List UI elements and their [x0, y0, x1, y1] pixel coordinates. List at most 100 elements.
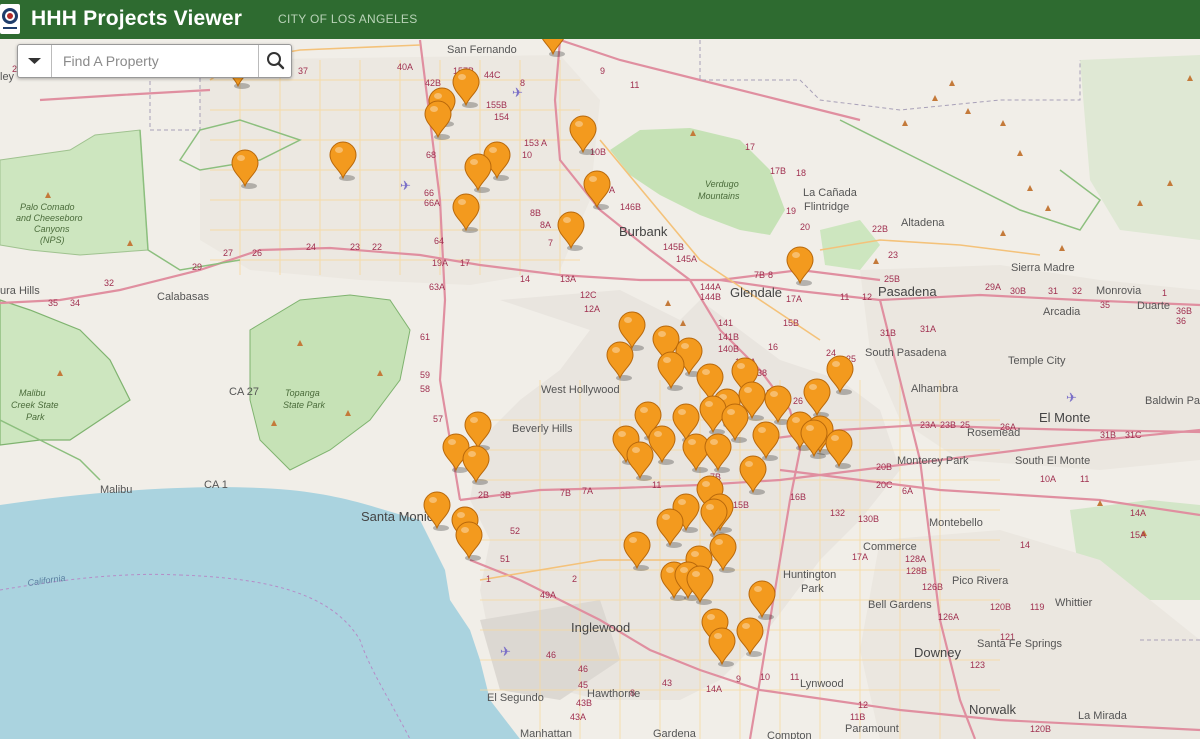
svg-text:Alhambra: Alhambra [911, 383, 959, 395]
svg-text:Malibu: Malibu [100, 484, 132, 496]
svg-text:Hawthorne: Hawthorne [587, 688, 640, 700]
svg-text:24: 24 [306, 242, 316, 252]
svg-text:66: 66 [424, 188, 434, 198]
svg-text:Baldwin Pa: Baldwin Pa [1145, 395, 1200, 407]
app-subtitle[interactable]: CITY OF LOS ANGELES [278, 12, 418, 26]
svg-text:128B: 128B [906, 566, 927, 576]
svg-text:7B: 7B [754, 270, 765, 280]
svg-text:7B: 7B [560, 488, 571, 498]
search-button[interactable] [258, 45, 292, 77]
svg-text:144B: 144B [700, 292, 721, 302]
svg-text:22: 22 [372, 242, 382, 252]
svg-text:32: 32 [1072, 286, 1082, 296]
svg-text:El Segundo: El Segundo [487, 692, 544, 704]
search-icon [267, 52, 285, 70]
svg-text:Burbank: Burbank [619, 224, 668, 239]
svg-text:31C: 31C [1125, 430, 1142, 440]
svg-text:119: 119 [1030, 602, 1044, 612]
svg-text:Canyons: Canyons [34, 224, 70, 234]
svg-text:126A: 126A [938, 612, 959, 622]
svg-text:Inglewood: Inglewood [571, 620, 630, 635]
property-search-bar [17, 44, 292, 78]
svg-text:44C: 44C [484, 70, 501, 80]
svg-text:1: 1 [486, 574, 491, 584]
svg-text:31B: 31B [1100, 430, 1116, 440]
svg-text:Compton: Compton [767, 730, 812, 739]
svg-text:19A: 19A [432, 258, 448, 268]
svg-text:Arcadia: Arcadia [1043, 306, 1081, 318]
svg-text:11: 11 [840, 292, 849, 302]
map-view[interactable]: ✈✈✈ ✈✈ 3740A42B 157B44C8 91170 155B15468… [0, 39, 1200, 739]
svg-text:120B: 120B [1030, 724, 1051, 734]
svg-text:27: 27 [223, 248, 233, 258]
svg-text:20C: 20C [876, 480, 893, 490]
svg-text:46: 46 [578, 664, 588, 674]
svg-text:Downey: Downey [914, 645, 961, 660]
svg-text:Montebello: Montebello [929, 517, 983, 529]
svg-text:11: 11 [630, 80, 639, 90]
svg-text:35: 35 [48, 298, 58, 308]
svg-text:141B: 141B [718, 332, 739, 342]
svg-text:17: 17 [460, 258, 470, 268]
svg-text:12C: 12C [580, 290, 597, 300]
svg-text:123: 123 [970, 660, 985, 670]
svg-text:32: 32 [104, 278, 114, 288]
svg-text:Glendale: Glendale [730, 285, 782, 300]
svg-text:146B: 146B [620, 202, 641, 212]
svg-text:58: 58 [420, 384, 430, 394]
svg-text:7A: 7A [582, 486, 593, 496]
svg-text:Palo Comado: Palo Comado [20, 202, 75, 212]
svg-text:ura Hills: ura Hills [0, 285, 40, 297]
svg-text:San Fernando: San Fernando [447, 44, 517, 56]
svg-text:23A: 23A [920, 420, 936, 430]
svg-text:Mountains: Mountains [698, 191, 740, 201]
svg-text:12: 12 [862, 292, 872, 302]
svg-text:130B: 130B [858, 514, 879, 524]
svg-text:35: 35 [1100, 300, 1110, 310]
svg-text:Sierra Madre: Sierra Madre [1011, 262, 1075, 274]
svg-text:CA 1: CA 1 [204, 479, 228, 491]
basemap[interactable]: ✈✈✈ ✈✈ 3740A42B 157B44C8 91170 155B15468… [0, 39, 1200, 739]
svg-text:Monterey Park: Monterey Park [897, 455, 969, 467]
svg-text:24: 24 [826, 348, 836, 358]
svg-text:17: 17 [745, 142, 755, 152]
svg-text:ley: ley [0, 71, 15, 83]
svg-text:3B: 3B [500, 490, 511, 500]
svg-text:23: 23 [350, 242, 360, 252]
svg-text:17B: 17B [770, 166, 786, 176]
svg-text:El Monte: El Monte [1039, 410, 1090, 425]
svg-text:State Park: State Park [283, 400, 326, 410]
svg-text:19: 19 [786, 206, 796, 216]
svg-text:20B: 20B [876, 462, 892, 472]
svg-text:Huntington: Huntington [783, 569, 836, 581]
svg-text:68: 68 [426, 150, 436, 160]
svg-text:Manhattan: Manhattan [520, 728, 572, 739]
svg-text:Lynwood: Lynwood [800, 678, 844, 690]
svg-text:43A: 43A [570, 712, 586, 722]
svg-text:CA 27: CA 27 [229, 386, 259, 398]
svg-text:43: 43 [662, 678, 672, 688]
svg-text:Topanga: Topanga [285, 388, 320, 398]
svg-text:37: 37 [298, 66, 308, 76]
svg-text:8: 8 [520, 78, 525, 88]
svg-text:8: 8 [768, 270, 773, 280]
svg-text:49A: 49A [540, 590, 556, 600]
svg-text:126B: 126B [922, 582, 943, 592]
svg-text:63A: 63A [429, 282, 445, 292]
svg-text:66A: 66A [424, 198, 440, 208]
property-search-input[interactable] [52, 45, 257, 77]
svg-text:South Pasadena: South Pasadena [865, 347, 947, 359]
svg-text:1: 1 [1162, 288, 1167, 298]
svg-text:31A: 31A [920, 324, 936, 334]
svg-text:Rosemead: Rosemead [967, 427, 1020, 439]
svg-text:Duarte: Duarte [1137, 300, 1170, 312]
svg-text:11: 11 [790, 672, 799, 682]
svg-text:Gardena: Gardena [653, 728, 697, 739]
svg-text:La Cañada: La Cañada [803, 187, 858, 199]
search-dropdown-button[interactable] [18, 45, 52, 77]
svg-text:6A: 6A [902, 486, 913, 496]
svg-text:Flintridge: Flintridge [804, 201, 849, 213]
svg-text:30B: 30B [1010, 286, 1026, 296]
svg-text:Santa Fe Springs: Santa Fe Springs [977, 638, 1062, 650]
svg-text:140B: 140B [718, 344, 739, 354]
